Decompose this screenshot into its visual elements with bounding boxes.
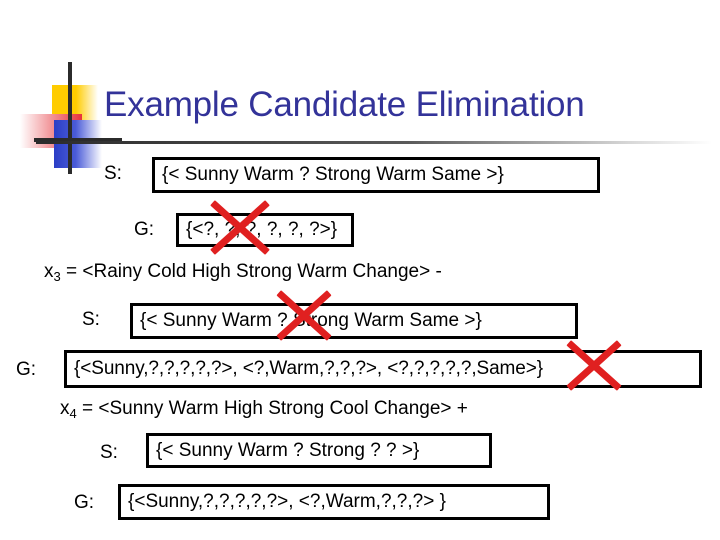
- example-classification-x3: -: [435, 261, 442, 282]
- example-subscript-x3: 3: [53, 269, 61, 284]
- specific-boundary-label-3: S:: [100, 442, 118, 463]
- example-name-x3: x: [44, 261, 54, 282]
- specific-boundary-box-1: {< Sunny Warm ? Strong Warm Same >}: [152, 157, 600, 193]
- specific-boundary-text-3: {< Sunny Warm ? Strong ? ? >}: [156, 439, 420, 461]
- slide-title: Example Candidate Elimination: [104, 85, 585, 124]
- general-boundary-label-1: G:: [134, 219, 155, 240]
- specific-boundary-box-3: {< Sunny Warm ? Strong ? ? >}: [146, 433, 492, 468]
- specific-boundary-label-2: S:: [82, 309, 100, 330]
- general-boundary-box-3: {<Sunny,?,?,?,?,?>, <?,Warm,?,?,?> }: [118, 484, 550, 520]
- example-classification-x4: +: [456, 398, 468, 419]
- specific-boundary-label-1: S:: [104, 163, 122, 184]
- general-boundary-label-3: G:: [74, 492, 95, 513]
- example-name-x4: x: [60, 398, 70, 419]
- specific-boundary-text-1: {< Sunny Warm ? Strong Warm Same >}: [162, 164, 504, 185]
- general-boundary-label-2: G:: [16, 359, 37, 380]
- example-subscript-x4: 4: [69, 406, 77, 421]
- title-underline-rule: [36, 141, 712, 144]
- logo-vertical-bar: [68, 62, 72, 174]
- training-example-x4: x4 = <Sunny Warm High Strong Cool Change…: [60, 398, 468, 421]
- general-boundary-box-2: {<Sunny,?,?,?,?,?>, <?,Warm,?,?,?>, <?,?…: [64, 350, 702, 388]
- example-equals-x3: =: [60, 261, 83, 282]
- example-equals-x4: =: [76, 398, 99, 419]
- general-boundary-text-1: {<?, ?, ?, ?, ?, ?>}: [186, 219, 338, 240]
- logo-blue-square: [54, 120, 102, 168]
- example-instance-x3: <Rainy Cold High Strong Warm Change>: [82, 261, 431, 282]
- specific-boundary-text-2: {< Sunny Warm ? Strong Warm Same >}: [140, 310, 482, 331]
- general-boundary-text-2: {<Sunny,?,?,?,?,?>, <?,Warm,?,?,?>, <?,?…: [74, 358, 543, 379]
- specific-boundary-box-2: {< Sunny Warm ? Strong Warm Same >}: [130, 303, 578, 339]
- training-example-x3: x3 = <Rainy Cold High Strong Warm Change…: [44, 261, 442, 284]
- general-boundary-box-1: {<?, ?, ?, ?, ?, ?>}: [176, 213, 354, 247]
- general-boundary-text-3: {<Sunny,?,?,?,?,?>, <?,Warm,?,?,?> }: [128, 491, 446, 512]
- example-instance-x4: <Sunny Warm High Strong Cool Change>: [98, 398, 452, 419]
